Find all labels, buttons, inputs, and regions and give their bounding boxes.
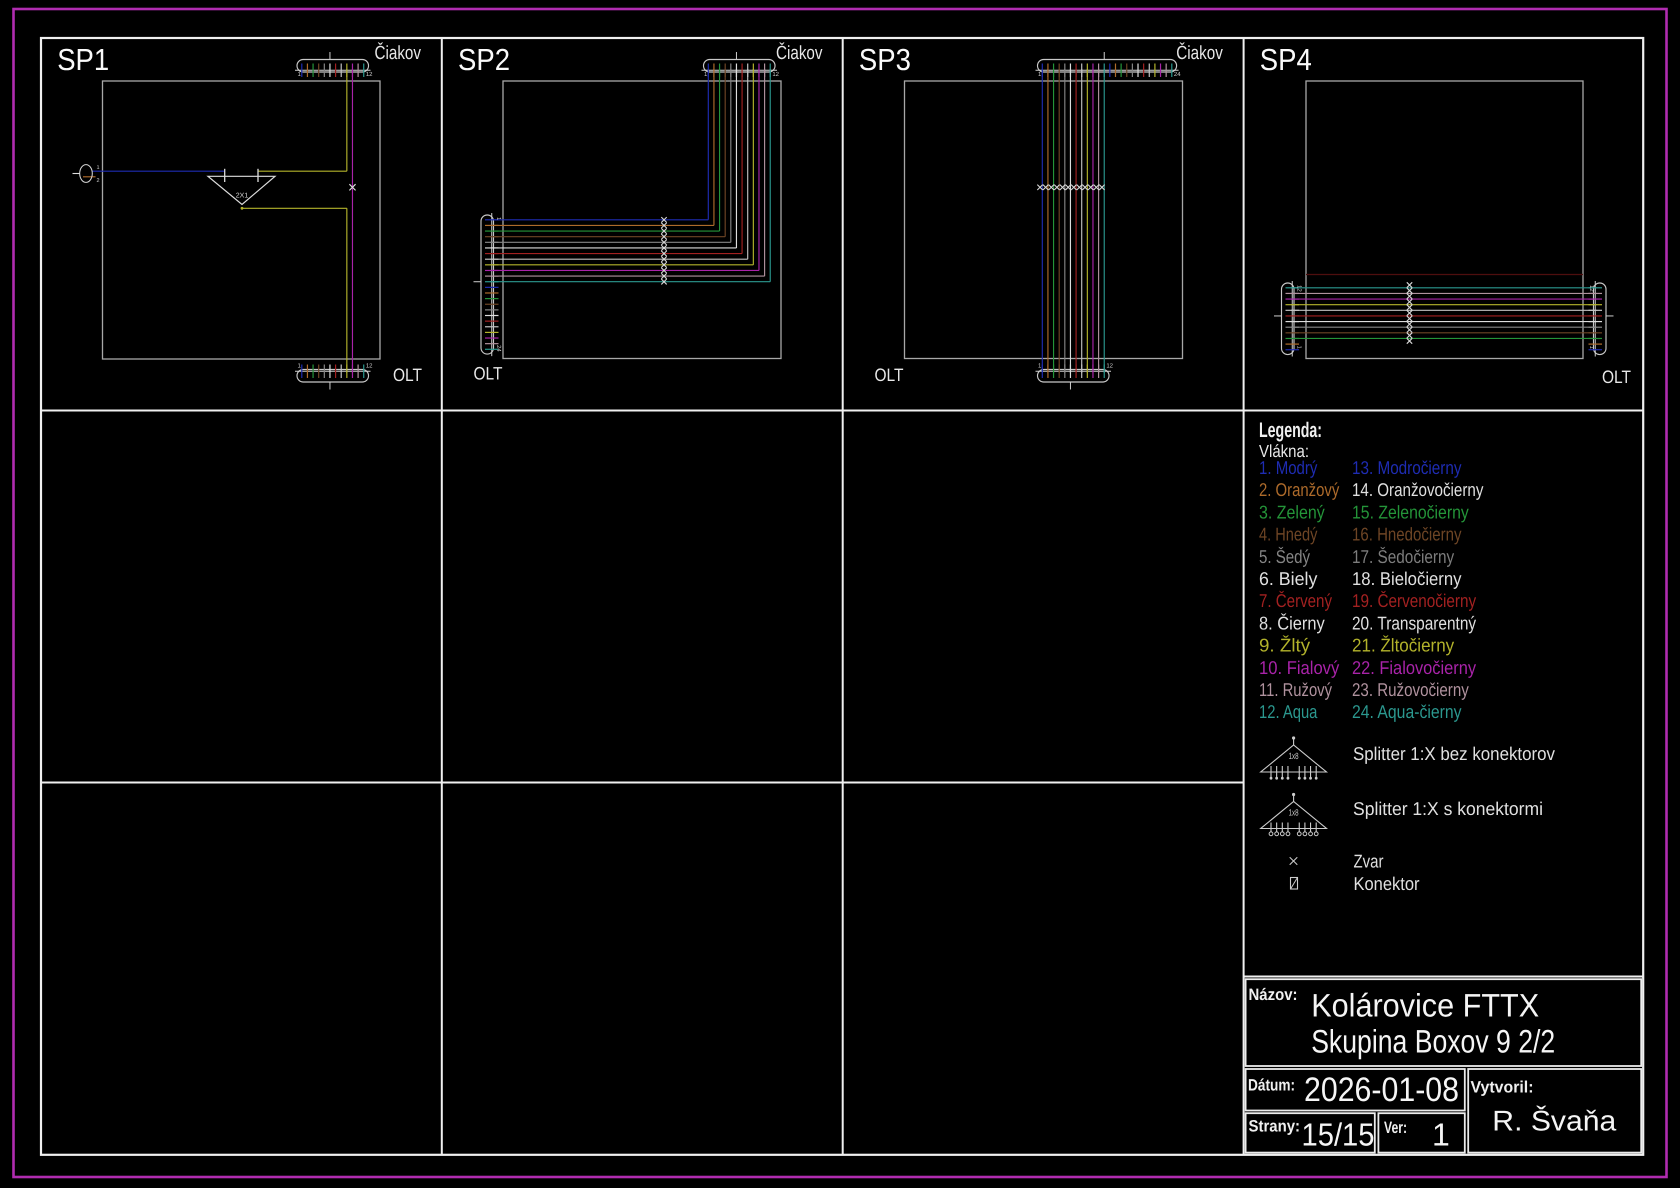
svg-text:2: 2 bbox=[97, 178, 100, 184]
svg-text:Splitter 1:X s konektormi: Splitter 1:X s konektormi bbox=[1353, 798, 1543, 819]
svg-text:R. Švaňa: R. Švaňa bbox=[1492, 1106, 1616, 1138]
svg-text:OLT: OLT bbox=[875, 365, 904, 385]
svg-text:12. Aqua: 12. Aqua bbox=[1259, 701, 1318, 722]
svg-text:Skupina Boxov 9 2/2: Skupina Boxov 9 2/2 bbox=[1311, 1024, 1555, 1060]
svg-text:7. Červený: 7. Červený bbox=[1259, 590, 1333, 611]
svg-text:14. Oranžovočierny: 14. Oranžovočierny bbox=[1352, 479, 1484, 500]
svg-text:21. Žltočierny: 21. Žltočierny bbox=[1352, 635, 1455, 656]
svg-text:12: 12 bbox=[1106, 363, 1113, 370]
svg-text:12: 12 bbox=[1588, 285, 1595, 292]
svg-text:24. Aqua-čierny: 24. Aqua-čierny bbox=[1352, 701, 1462, 722]
svg-text:Čiakov: Čiakov bbox=[1176, 42, 1223, 64]
svg-text:Konektor: Konektor bbox=[1354, 873, 1420, 894]
svg-text:17. Šedočierny: 17. Šedočierny bbox=[1352, 546, 1455, 567]
svg-text:1x8: 1x8 bbox=[1289, 751, 1299, 761]
svg-text:2026-01-08: 2026-01-08 bbox=[1304, 1071, 1459, 1109]
svg-text:23. Ružovočierny: 23. Ružovočierny bbox=[1352, 679, 1469, 700]
svg-text:Vytvoril:: Vytvoril: bbox=[1471, 1079, 1534, 1097]
svg-text:6. Biely: 6. Biely bbox=[1259, 568, 1318, 589]
svg-text:16. Hnedočierny: 16. Hnedočierny bbox=[1352, 524, 1462, 545]
svg-text:10. Fialový: 10. Fialový bbox=[1259, 657, 1340, 678]
svg-text:Čiakov: Čiakov bbox=[375, 42, 422, 64]
svg-text:Názov:: Názov: bbox=[1249, 986, 1298, 1004]
svg-text:15/15: 15/15 bbox=[1302, 1117, 1375, 1153]
svg-text:1: 1 bbox=[1432, 1117, 1450, 1153]
svg-text:OLT: OLT bbox=[1602, 367, 1631, 387]
svg-text:15. Zelenočierny: 15. Zelenočierny bbox=[1352, 501, 1469, 522]
svg-text:24: 24 bbox=[495, 345, 502, 352]
svg-text:24: 24 bbox=[1174, 71, 1181, 78]
svg-text:Čiakov: Čiakov bbox=[776, 42, 823, 64]
svg-text:SP4: SP4 bbox=[1260, 43, 1312, 77]
svg-text:Strany:: Strany: bbox=[1249, 1118, 1301, 1136]
svg-text:SP3: SP3 bbox=[859, 43, 911, 77]
svg-text:19. Červenočierny: 19. Červenočierny bbox=[1352, 590, 1477, 611]
svg-text:SP2: SP2 bbox=[458, 43, 510, 77]
svg-text:9. Žltý: 9. Žltý bbox=[1259, 635, 1311, 656]
svg-text:11. Ružový: 11. Ružový bbox=[1259, 679, 1333, 700]
svg-text:5. Šedý: 5. Šedý bbox=[1259, 546, 1311, 567]
svg-text:Zvar: Zvar bbox=[1354, 850, 1384, 871]
svg-text:1: 1 bbox=[97, 165, 100, 171]
svg-text:13. Modročierny: 13. Modročierny bbox=[1352, 457, 1462, 478]
svg-text:12: 12 bbox=[366, 71, 373, 78]
svg-text:22. Fialovočierny: 22. Fialovočierny bbox=[1352, 657, 1477, 678]
svg-text:Ver:: Ver: bbox=[1384, 1119, 1407, 1137]
svg-text:Splitter 1:X bez konektorov: Splitter 1:X bez konektorov bbox=[1353, 743, 1556, 764]
svg-text:3. Zelený: 3. Zelený bbox=[1259, 501, 1325, 522]
svg-text:Dátum:: Dátum: bbox=[1248, 1077, 1295, 1095]
svg-text:SP1: SP1 bbox=[57, 43, 109, 77]
svg-text:Kolárovice FTTX: Kolárovice FTTX bbox=[1311, 988, 1539, 1024]
svg-text:2X1: 2X1 bbox=[236, 193, 249, 200]
svg-text:12: 12 bbox=[366, 363, 373, 370]
svg-text:4. Hnedý: 4. Hnedý bbox=[1259, 524, 1318, 545]
svg-text:2. Oranžový: 2. Oranžový bbox=[1259, 479, 1340, 500]
svg-text:12: 12 bbox=[772, 71, 779, 78]
svg-text:Legenda:: Legenda: bbox=[1259, 419, 1322, 442]
svg-text:18. Bieločierny: 18. Bieločierny bbox=[1352, 568, 1462, 589]
svg-text:12: 12 bbox=[1296, 285, 1303, 292]
svg-text:1x8: 1x8 bbox=[1289, 807, 1299, 817]
svg-text:OLT: OLT bbox=[393, 365, 422, 385]
svg-text:20. Transparentný: 20. Transparentný bbox=[1352, 612, 1477, 633]
svg-text:1. Modrý: 1. Modrý bbox=[1259, 457, 1318, 478]
svg-text:OLT: OLT bbox=[474, 364, 503, 384]
svg-text:8. Čierny: 8. Čierny bbox=[1259, 612, 1325, 633]
